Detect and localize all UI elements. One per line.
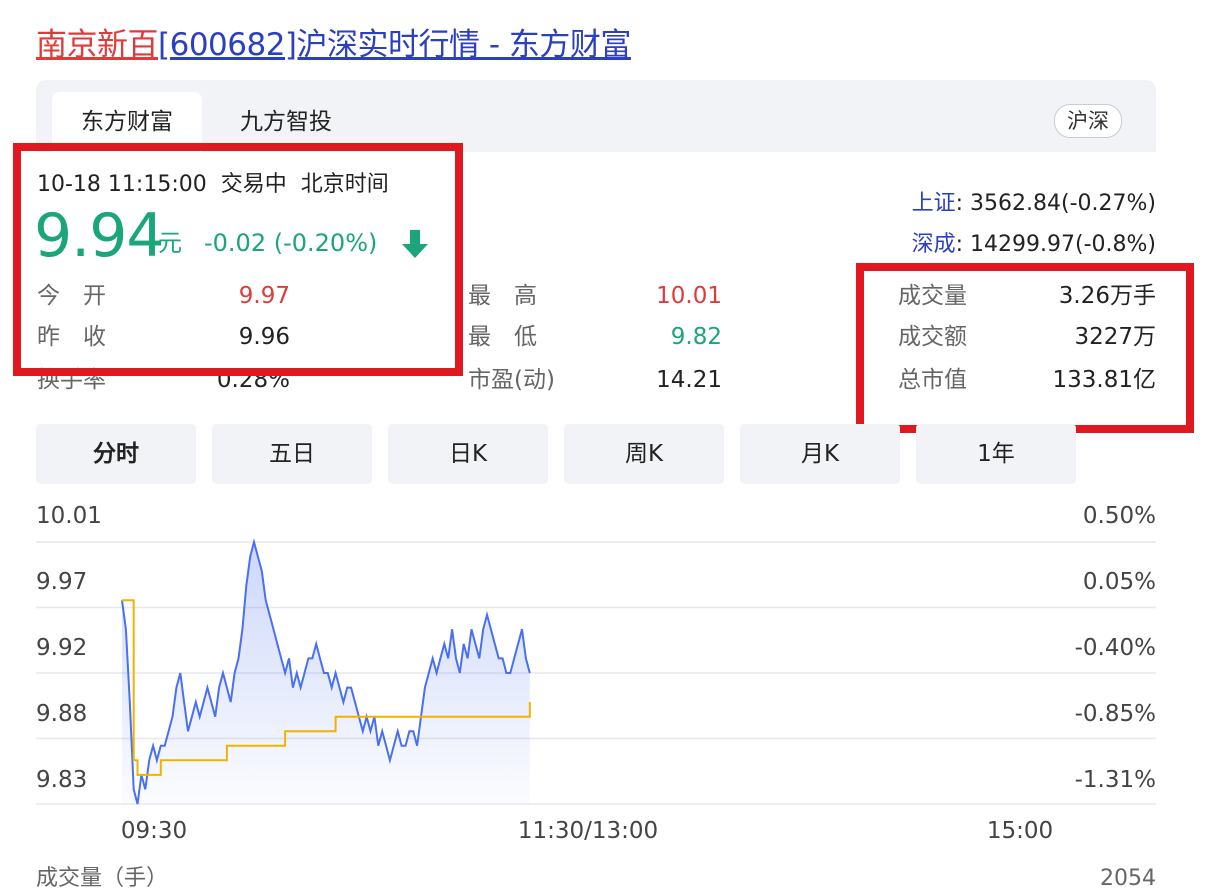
y-tick-label-left: 9.88 — [36, 701, 87, 727]
y-tick-label-left: 9.83 — [36, 767, 87, 793]
x-tick-label: 15:00 — [987, 818, 1053, 844]
y-tick-label-right: -1.31% — [1075, 767, 1156, 793]
pe-label: 市盈(动) — [468, 367, 555, 393]
y-tick-label-right: 0.50% — [1083, 503, 1156, 529]
y-tick-label-right: 0.05% — [1083, 569, 1156, 595]
period-button-daily-k[interactable]: 日K — [388, 424, 548, 484]
title-link[interactable]: [600682]沪深实时行情 - 东方财富 — [158, 27, 631, 63]
x-tick-label: 11:30/13:00 — [518, 818, 658, 844]
period-button-monthly-k[interactable]: 月K — [740, 424, 900, 484]
index-shenzhen[interactable]: 深成: 14299.97(-0.8%) — [860, 229, 1156, 261]
y-tick-label-left: 9.97 — [36, 569, 87, 595]
source-tab-bar: 东方财富 九方智投 沪深 — [36, 80, 1156, 152]
index-sz-name[interactable]: 深成 — [912, 232, 956, 257]
index-sh-value: : 3562.84(-0.27%) — [955, 191, 1156, 216]
y-tick-label-right: -0.85% — [1075, 701, 1156, 727]
y-tick-label-left: 10.01 — [36, 503, 102, 529]
low-value: 9.82 — [670, 324, 722, 350]
y-tick-label-left: 9.92 — [36, 635, 87, 661]
pe-value: 14.21 — [656, 367, 722, 393]
period-button-5day[interactable]: 五日 — [212, 424, 372, 484]
highlight-box-volume — [856, 263, 1194, 433]
x-tick-label: 09:30 — [121, 818, 187, 844]
index-shanghai[interactable]: 上证: 3562.84(-0.27%) — [860, 188, 1156, 220]
index-sh-name[interactable]: 上证 — [912, 191, 956, 216]
market-badge[interactable]: 沪深 — [1054, 104, 1122, 138]
intraday-chart[interactable]: 10.01 0.50% 9.97 0.05% 9.92 -0.40% 9.88 -0.85% 9… — [0, 490, 1216, 850]
highlight-box-price — [13, 143, 463, 376]
period-button-intraday[interactable]: 分时 — [36, 424, 196, 484]
page-title[interactable]: 南京新百[600682]沪深实时行情 - 东方财富 — [36, 22, 631, 68]
volume-max-value: 2054 — [1100, 866, 1156, 891]
high-label: 最 高 — [468, 283, 537, 309]
period-button-weekly-k[interactable]: 周K — [564, 424, 724, 484]
high-value: 10.01 — [656, 283, 722, 309]
low-label: 最 低 — [468, 324, 537, 350]
y-tick-label-right: -0.40% — [1075, 635, 1156, 661]
volume-section-label: 成交量（手） — [36, 866, 169, 891]
index-sz-value: : 14299.97(-0.8%) — [955, 232, 1156, 257]
period-button-1year[interactable]: 1年 — [916, 424, 1076, 484]
stock-name-link[interactable]: 南京新百 — [36, 27, 159, 63]
